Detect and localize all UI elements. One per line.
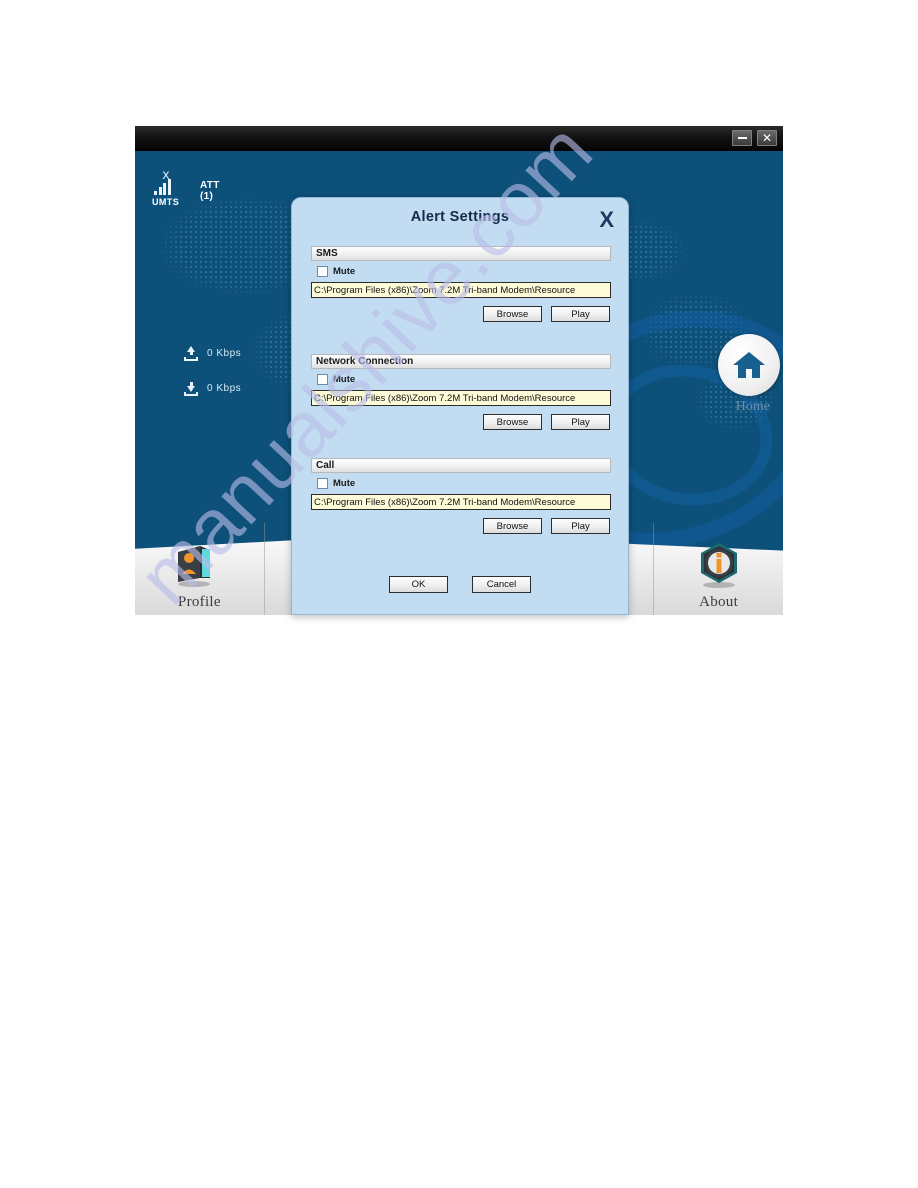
dock-label-about: About bbox=[699, 594, 739, 610]
about-icon bbox=[690, 538, 748, 590]
window-controls: ✕ bbox=[732, 130, 777, 146]
section-header-network-connection: Network Connection bbox=[311, 354, 611, 369]
minimize-button[interactable] bbox=[732, 130, 752, 146]
close-button[interactable]: ✕ bbox=[757, 130, 777, 146]
mute-label-call: Mute bbox=[333, 478, 356, 489]
play-button-sms[interactable]: Play bbox=[551, 306, 610, 322]
dialog-title: Alert Settings bbox=[410, 209, 510, 225]
home-button[interactable] bbox=[718, 334, 780, 396]
section-network-connection: Network Connection Mute C:\Program Files… bbox=[311, 354, 611, 430]
ok-button[interactable]: OK bbox=[389, 576, 448, 593]
upload-speed-row: 0 Kbps bbox=[184, 346, 241, 361]
home-label: Home bbox=[735, 399, 770, 414]
speed-indicators: 0 Kbps 0 Kbps bbox=[184, 346, 241, 416]
browse-button-call[interactable]: Browse bbox=[483, 518, 542, 534]
upload-icon bbox=[184, 346, 198, 361]
dock-label-profile: Profile bbox=[177, 594, 221, 610]
profile-icon bbox=[170, 538, 228, 590]
button-row-call: Browse Play bbox=[311, 518, 611, 534]
home-icon bbox=[733, 352, 765, 378]
browse-button-network[interactable]: Browse bbox=[483, 414, 542, 430]
sound-path-input-call[interactable]: C:\Program Files (x86)\Zoom 7.2M Tri-ban… bbox=[311, 494, 611, 510]
button-row-network: Browse Play bbox=[311, 414, 611, 430]
browse-button-sms[interactable]: Browse bbox=[483, 306, 542, 322]
dock-item-about[interactable]: About bbox=[654, 523, 783, 615]
window-titlebar[interactable]: ✕ bbox=[135, 126, 783, 151]
section-call: Call Mute C:\Program Files (x86)\Zoom 7.… bbox=[311, 458, 611, 534]
carrier-label: ATT (1) bbox=[200, 180, 220, 202]
alert-settings-dialog: Alert Settings X SMS Mute C:\Program Fil… bbox=[291, 197, 629, 615]
mute-row-sms[interactable]: Mute bbox=[311, 266, 611, 277]
section-sms: SMS Mute C:\Program Files (x86)\Zoom 7.2… bbox=[311, 246, 611, 322]
network-type-label: UMTS bbox=[152, 197, 180, 207]
signal-bars bbox=[154, 179, 171, 195]
upload-speed-value: 0 Kbps bbox=[207, 348, 242, 359]
sound-path-input-network[interactable]: C:\Program Files (x86)\Zoom 7.2M Tri-ban… bbox=[311, 390, 611, 406]
mute-row-call[interactable]: Mute bbox=[311, 478, 611, 489]
download-speed-value: 0 Kbps bbox=[207, 383, 242, 394]
section-header-sms: SMS bbox=[311, 246, 611, 261]
signal-strength-icon: x UMTS bbox=[152, 169, 182, 207]
mute-label-sms: Mute bbox=[333, 266, 356, 277]
button-row-sms: Browse Play bbox=[311, 306, 611, 322]
play-button-network[interactable]: Play bbox=[551, 414, 610, 430]
dock-item-profile[interactable]: Profile bbox=[135, 523, 265, 615]
section-header-call: Call bbox=[311, 458, 611, 473]
download-speed-row: 0 Kbps bbox=[184, 381, 241, 396]
mute-checkbox-sms[interactable] bbox=[317, 266, 328, 277]
cancel-button[interactable]: Cancel bbox=[472, 576, 531, 593]
sound-path-input-sms[interactable]: C:\Program Files (x86)\Zoom 7.2M Tri-ban… bbox=[311, 282, 611, 298]
play-button-call[interactable]: Play bbox=[551, 518, 610, 534]
signal-status: x UMTS ATT (1) bbox=[152, 169, 219, 207]
dialog-footer-buttons: OK Cancel bbox=[292, 576, 628, 593]
mute-row-network[interactable]: Mute bbox=[311, 374, 611, 385]
mute-checkbox-network[interactable] bbox=[317, 374, 328, 385]
mute-checkbox-call[interactable] bbox=[317, 478, 328, 489]
page-root: ✕ x UMTS ATT (1) 0 Kbps 0 Kbps Home Prof… bbox=[0, 0, 918, 1188]
download-icon bbox=[184, 381, 198, 396]
mute-label-network: Mute bbox=[333, 374, 356, 385]
dialog-close-icon[interactable]: X bbox=[599, 209, 614, 231]
